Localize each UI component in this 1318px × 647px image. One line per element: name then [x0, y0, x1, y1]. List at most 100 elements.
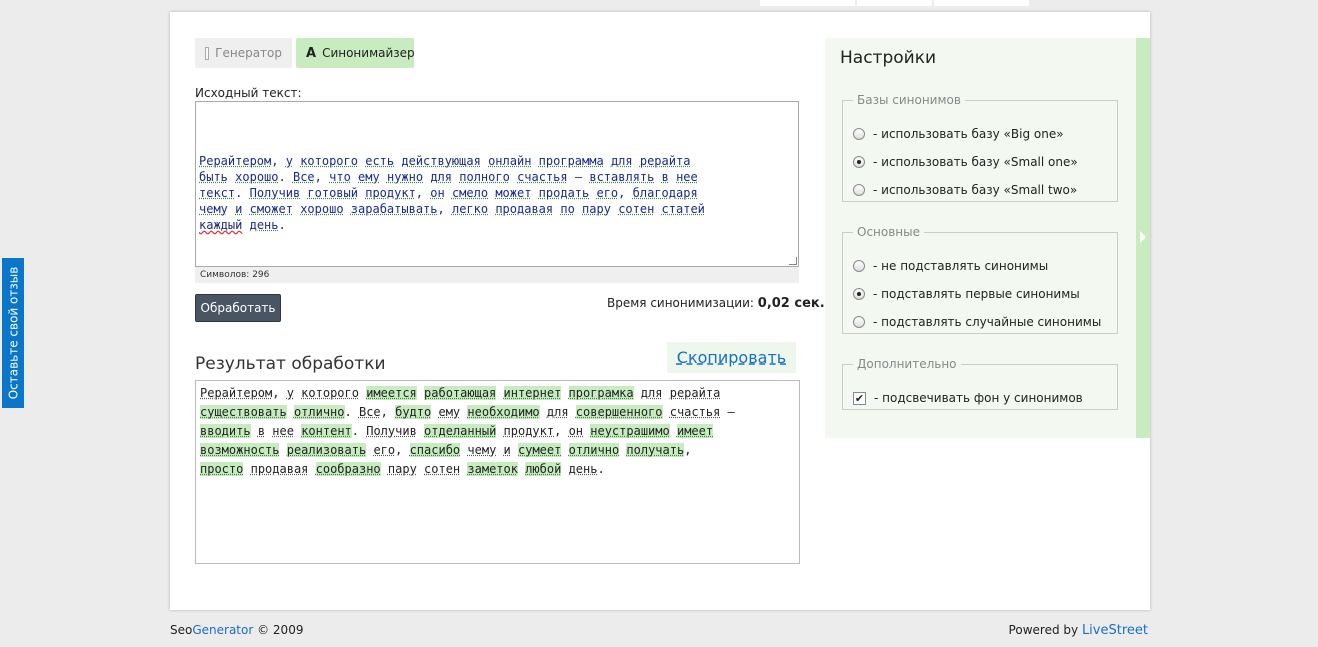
- radio-button[interactable]: [853, 260, 865, 272]
- result-word: которого: [301, 386, 359, 400]
- option-label: - использовать базу «Small one»: [873, 155, 1078, 169]
- extra-options-legend: Дополнительно: [857, 357, 957, 371]
- main-options-legend: Основные: [857, 225, 921, 239]
- source-line: Рерайтером, у которого есть действующая …: [199, 154, 691, 168]
- source-text-label: Исходный текст:: [195, 86, 302, 100]
- top-nav-tab[interactable]: [934, 0, 1029, 6]
- footer-generator-link[interactable]: Generator: [192, 623, 253, 637]
- top-nav-tabs: [760, 0, 1070, 6]
- document-icon: [205, 46, 210, 60]
- footer-copyright: SeoGenerator © 2009: [170, 623, 303, 637]
- result-word: ему: [438, 405, 461, 419]
- result-word: чему: [467, 443, 497, 457]
- main-options-group: Основные - не подставлять синонимы - подс…: [842, 225, 1118, 334]
- synonym-word: работающая: [424, 386, 497, 400]
- result-line: Рерайтером, у которого имеется работающа…: [200, 386, 721, 400]
- bases-option-3[interactable]: - использовать базу «Small two»: [853, 183, 1077, 197]
- result-word: и: [503, 443, 511, 457]
- synonym-bases-group: Базы синонимов - использовать базу «Big …: [842, 93, 1118, 202]
- extra-options-group: Дополнительно ✔ - подсвечивать фон у сино…: [842, 357, 1118, 410]
- arrow-right-icon: [1140, 231, 1146, 243]
- radio-button[interactable]: [853, 156, 865, 168]
- synonym-word: существовать: [200, 405, 287, 419]
- synonym-word: спасибо: [409, 443, 461, 457]
- bases-option-2[interactable]: - использовать базу «Small one»: [853, 155, 1078, 169]
- process-button[interactable]: Обработать: [195, 294, 281, 322]
- result-word: продукт: [503, 424, 555, 438]
- result-word: он: [568, 424, 584, 438]
- synonym-word: получать: [626, 443, 685, 457]
- option-label: - не подставлять синонимы: [873, 259, 1049, 273]
- tab-synonymizer[interactable]: A Синонимайзер: [296, 38, 415, 68]
- copy-label: Скопировать: [676, 348, 787, 367]
- char-count: Символов: 296: [195, 267, 799, 283]
- main-option-2[interactable]: - подставлять первые синонимы: [853, 287, 1080, 301]
- synonym-word: совершенного: [575, 405, 663, 419]
- result-word: для: [640, 386, 663, 400]
- option-label: - подставлять случайные синонимы: [873, 315, 1102, 329]
- synonym-bases-legend: Базы синонимов: [857, 93, 961, 107]
- result-word: у: [286, 386, 294, 400]
- radio-button[interactable]: [853, 288, 865, 300]
- radio-button[interactable]: [853, 316, 865, 328]
- synonym-word: необходимо: [467, 405, 540, 419]
- tab-generator-label: Генератор: [215, 46, 282, 60]
- checkbox[interactable]: ✔: [853, 391, 866, 405]
- source-line: быть хорошо. Все, что ему нужно для полн…: [199, 170, 698, 184]
- result-word: рерайта: [669, 386, 721, 400]
- synonym-word: отделанный: [424, 424, 497, 438]
- main-option-1[interactable]: - не подставлять синонимы: [853, 259, 1048, 273]
- footer-powered-label: Powered by: [1008, 623, 1079, 637]
- bases-option-1[interactable]: - использовать базу «Big one»: [853, 127, 1064, 141]
- source-textarea[interactable]: Рерайтером, у которого есть действующая …: [195, 101, 799, 267]
- synonym-word: вводить: [200, 424, 251, 438]
- copy-button[interactable]: Скопировать: [667, 342, 796, 373]
- result-line: просто продавая сообразно пару сотен зам…: [200, 462, 605, 476]
- tab-synonymizer-label: Синонимайзер: [322, 46, 415, 60]
- option-label: - использовать базу «Small two»: [873, 183, 1078, 197]
- letter-a-icon: A: [306, 45, 317, 61]
- footer-livestreet-link[interactable]: LiveStreet: [1082, 623, 1148, 638]
- result-word: счастья: [669, 405, 721, 419]
- main-option-3[interactable]: - подставлять случайные синонимы: [853, 315, 1101, 329]
- main-card: Генератор A Синонимайзер Исходный текст:…: [170, 12, 1150, 610]
- synonym-word: любой: [525, 462, 562, 476]
- synonym-word: возможность: [200, 443, 280, 457]
- radio-button[interactable]: [853, 128, 865, 140]
- source-line: чему и сможет хорошо зарабатывать, легко…: [199, 202, 705, 216]
- result-word: Рерайтером: [200, 386, 273, 400]
- synonym-word: контент: [301, 424, 352, 438]
- feedback-tab[interactable]: Оставьте свой отзыв: [2, 258, 24, 408]
- source-line: текст. Получив готовый продукт, он смело…: [199, 186, 698, 200]
- time-value: 0,02 сек.: [757, 296, 825, 311]
- settings-collapse-strip[interactable]: [1136, 38, 1150, 438]
- result-word: Получив: [366, 424, 417, 438]
- feedback-label: Оставьте свой отзыв: [6, 266, 21, 400]
- synonym-word: реализовать: [286, 443, 367, 457]
- result-word: в: [257, 424, 266, 438]
- result-line: существовать отлично. Все, будто ему нео…: [200, 405, 735, 419]
- top-nav-tab[interactable]: [760, 0, 855, 6]
- resize-grip-icon[interactable]: [789, 257, 797, 265]
- synonym-word: сумеет: [518, 443, 562, 457]
- extra-option-1[interactable]: ✔ - подсвечивать фон у синонимов: [853, 391, 1083, 405]
- footer-seo: Seo: [170, 623, 193, 637]
- result-textarea[interactable]: Рерайтером, у которого имеется работающа…: [195, 380, 800, 564]
- result-word: нее: [272, 424, 294, 438]
- settings-title: Настройки: [840, 48, 937, 68]
- mode-tabs: Генератор A Синонимайзер: [195, 38, 415, 68]
- result-line: вводить в нее контент. Получив отделанны…: [200, 424, 714, 438]
- result-word: продавая: [250, 462, 309, 476]
- time-label: Время синонимизации:: [607, 296, 754, 310]
- result-word: пару: [387, 462, 417, 476]
- radio-button[interactable]: [853, 184, 865, 196]
- synonym-word: интернет: [503, 386, 562, 400]
- option-label: - подсвечивать фон у синонимов: [874, 391, 1083, 405]
- synonym-word: имеется: [366, 386, 417, 400]
- result-word: его: [373, 443, 396, 457]
- tab-generator[interactable]: Генератор: [195, 38, 292, 68]
- top-nav-tab[interactable]: [857, 0, 932, 6]
- result-word: для: [546, 405, 569, 419]
- synonym-word: имеет: [676, 424, 714, 438]
- option-label: - подставлять первые синонимы: [873, 287, 1080, 301]
